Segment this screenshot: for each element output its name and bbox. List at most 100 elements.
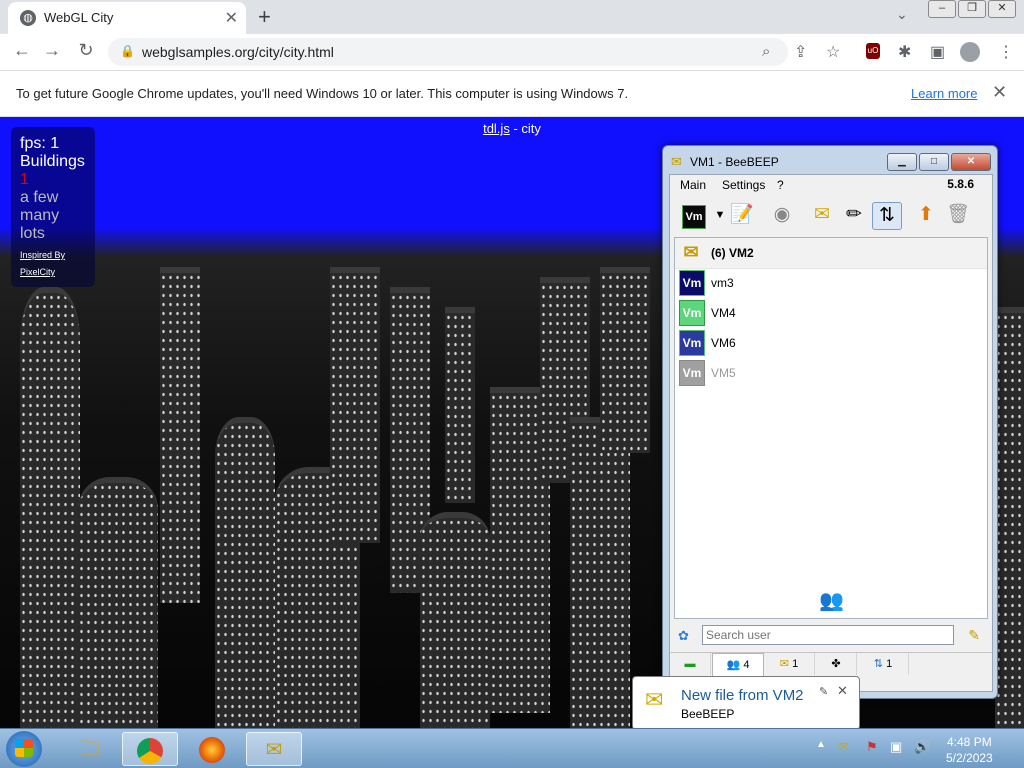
beebeep-taskbar-button[interactable]: ✉	[246, 732, 302, 766]
status-vm-icon[interactable]: Vm	[682, 205, 706, 229]
restore-button[interactable]: ❐	[958, 0, 986, 18]
building	[78, 477, 158, 728]
extensions-puzzle-icon[interactable]: ✱	[898, 42, 911, 62]
window-controls: ‒ ❐ ✕	[928, 0, 1016, 18]
globe-icon: ◍	[20, 10, 36, 26]
profile-avatar[interactable]	[960, 42, 980, 62]
action-center-icon[interactable]: ⚑	[866, 739, 878, 755]
firefox-taskbar-button[interactable]	[184, 732, 240, 766]
write-icon[interactable]: ✏	[840, 202, 868, 228]
building	[600, 267, 650, 453]
close-window-button[interactable]: ✕	[988, 0, 1016, 18]
share-folder-icon[interactable]: ⬆	[912, 202, 940, 228]
tab-chats[interactable]: ✉ 1	[764, 653, 815, 675]
buildings-value[interactable]: 1	[11, 171, 95, 189]
users-group-icon: 👥	[819, 590, 844, 612]
reload-button[interactable]: ↻	[74, 40, 98, 61]
edit-profile-icon[interactable]: 📝	[728, 202, 756, 228]
forward-button[interactable]: →	[40, 40, 64, 61]
user-row-vm2[interactable]: ✉ (6) VM2	[675, 238, 987, 269]
tab-groups[interactable]: ✤	[816, 653, 857, 675]
windows-taskbar: 🗀 ✉ ▲ ✉ ⚑ ▣ 🔊 4:48 PM 5/2/2023	[0, 728, 1024, 768]
stats-panel: fps: 1 Buildings 1 a few many lots Inspi…	[11, 127, 95, 287]
clear-search-icon[interactable]: ✎	[968, 627, 980, 644]
user-name: VM5	[711, 366, 736, 380]
notification-close-icon[interactable]: ✕	[837, 683, 848, 699]
menu-help[interactable]: ?	[777, 178, 784, 192]
tab-search-icon[interactable]: ⌄	[896, 6, 908, 23]
search-user-input[interactable]	[702, 625, 954, 645]
inspired-by-link[interactable]: Inspired By	[11, 247, 95, 264]
user-row-vm5[interactable]: Vm VM5	[675, 358, 987, 388]
browser-toolbar: ← → ↻ 🔒 webglsamples.org/city/city.html …	[0, 34, 1024, 71]
envelope-icon: ✉	[645, 687, 664, 712]
menu-settings[interactable]: Settings	[722, 178, 765, 192]
update-infobar: To get future Google Chrome updates, you…	[0, 71, 1024, 117]
back-button[interactable]: ←	[10, 40, 34, 61]
chats-icon: ✉	[779, 658, 790, 670]
learn-more-link[interactable]: Learn more	[911, 86, 977, 101]
ublock-extension-icon[interactable]: uO	[866, 43, 880, 59]
tab-count: 4	[743, 659, 750, 671]
infobar-close-icon[interactable]: ✕	[992, 82, 1007, 103]
pixelcity-link[interactable]: PixelCity	[11, 264, 95, 281]
building	[570, 417, 630, 728]
file-transfer-icon[interactable]: ⇅	[872, 202, 902, 230]
network-icon[interactable]: ◉	[768, 202, 796, 228]
lock-icon[interactable]: 🔒	[120, 44, 135, 58]
user-row-vm6[interactable]: Vm VM6	[675, 328, 987, 358]
tab-screen[interactable]: ▬	[670, 653, 711, 675]
option-a-few[interactable]: a few	[11, 189, 95, 207]
building	[995, 307, 1024, 728]
menu-kebab-icon[interactable]: ⋮	[998, 42, 1014, 62]
envelope-group-icon: ✉	[683, 242, 699, 262]
user-name: VM6	[711, 336, 736, 350]
beebeep-client-area: Main Settings ? 5.8.6 Vm ▼ 📝 ◉ ✉ ✏ ⇅ ⬆ 🗑…	[669, 174, 993, 692]
minimize-button[interactable]: ▁	[887, 153, 917, 171]
close-tab-icon[interactable]: ✕	[225, 8, 238, 28]
search-icon[interactable]: ⌕	[762, 43, 770, 60]
infobar-message: To get future Google Chrome updates, you…	[16, 86, 629, 101]
fps-counter: fps: 1	[20, 135, 60, 152]
chrome-icon	[137, 737, 163, 764]
explorer-taskbar-button[interactable]: 🗀	[62, 732, 118, 766]
side-panel-icon[interactable]: ▣	[930, 42, 945, 62]
option-lots[interactable]: lots	[11, 225, 95, 243]
gear-icon[interactable]: ✿	[678, 628, 689, 644]
close-button[interactable]: ✕	[951, 153, 991, 171]
new-message-icon[interactable]: ✉	[808, 202, 836, 228]
windows-logo-icon	[15, 739, 33, 757]
building	[215, 417, 275, 728]
beebeep-titlebar[interactable]: ✉ VM1 - BeeBEEP ▁ □ ✕	[663, 146, 997, 174]
new-tab-button[interactable]: +	[258, 4, 271, 30]
start-button[interactable]	[6, 731, 42, 767]
volume-icon[interactable]: 🔊	[914, 739, 930, 755]
tdl-link[interactable]: tdl.js	[483, 121, 510, 136]
minimize-button[interactable]: ‒	[928, 0, 956, 18]
url-text[interactable]: webglsamples.org/city/city.html	[142, 44, 334, 60]
user-name: vm3	[711, 276, 734, 290]
pin-icon[interactable]: ✎	[819, 685, 828, 698]
user-row-vm4[interactable]: Vm VM4	[675, 298, 987, 328]
network-icon[interactable]: ▣	[890, 739, 902, 755]
beebeep-tray-icon[interactable]: ✉	[838, 739, 849, 755]
menu-main[interactable]: Main	[680, 178, 706, 192]
address-bar[interactable]: 🔒 webglsamples.org/city/city.html ⌕	[108, 38, 788, 66]
clock[interactable]: 4:48 PM 5/2/2023	[946, 734, 993, 766]
bookmark-star-icon[interactable]: ☆	[826, 42, 840, 62]
user-row-vm3[interactable]: Vm vm3	[675, 268, 987, 298]
maximize-button[interactable]: □	[919, 153, 949, 171]
browser-tab[interactable]: ◍ WebGL City ✕	[8, 2, 246, 34]
chrome-taskbar-button[interactable]	[122, 732, 178, 766]
tab-files[interactable]: ⇅ 1	[858, 653, 909, 675]
share-icon[interactable]: ⇪	[794, 42, 807, 62]
notification-app: BeeBEEP	[681, 707, 735, 721]
groups-icon: ✤	[831, 658, 841, 670]
notification-popup[interactable]: ✉ New file from VM2 BeeBEEP ✎ ✕	[632, 676, 860, 730]
trash-icon[interactable]: 🗑	[944, 202, 972, 228]
show-hidden-icons-icon[interactable]: ▲	[816, 739, 826, 750]
vm-avatar-icon: Vm	[679, 330, 705, 356]
building	[420, 512, 490, 728]
tab-users[interactable]: 👥 4	[712, 653, 764, 676]
option-many[interactable]: many	[11, 207, 95, 225]
